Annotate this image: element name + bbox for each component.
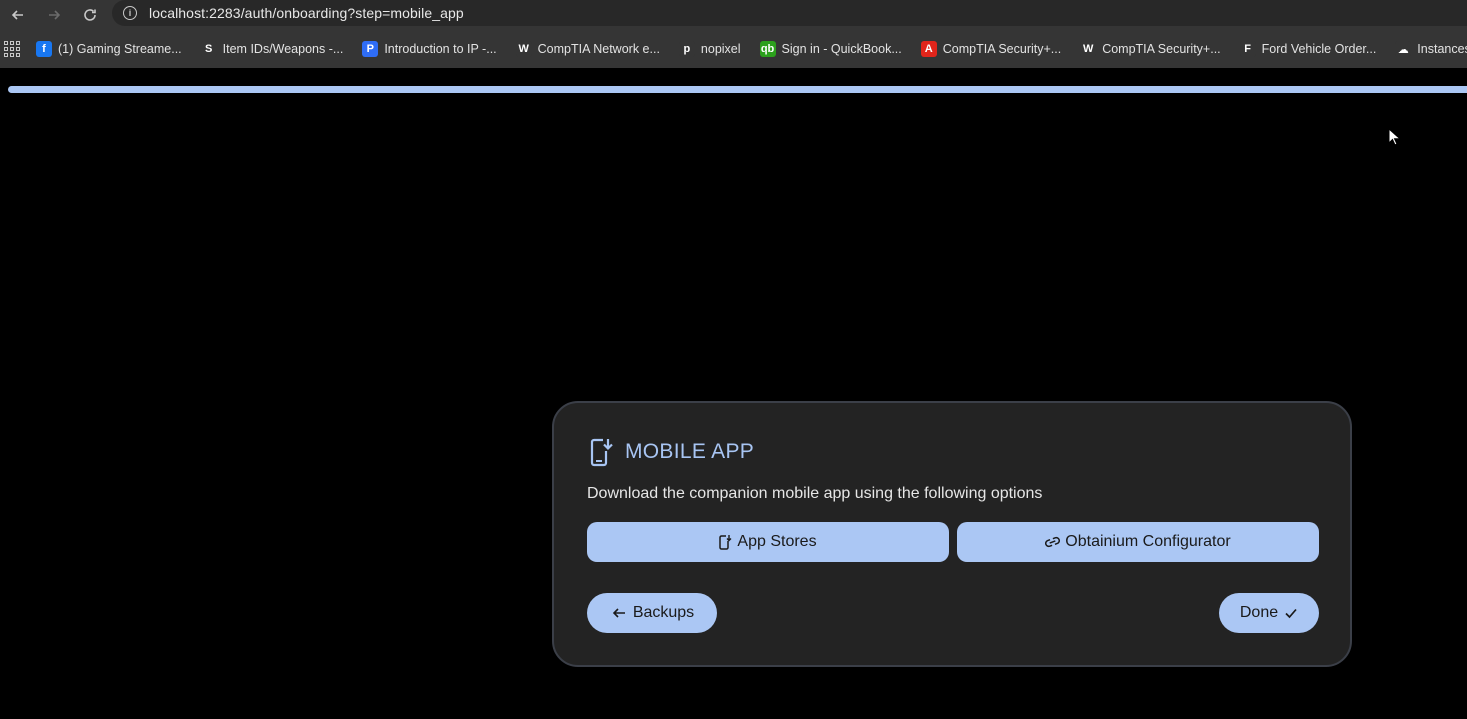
bookmark-label: Introduction to IP -...	[384, 42, 497, 56]
adobe-icon: A	[920, 41, 937, 57]
cloud-icon: ☁	[1395, 41, 1412, 57]
bookmark-label: (1) Gaming Streame...	[58, 42, 182, 56]
quickbooks-icon: qb	[759, 41, 776, 57]
wordpress-icon: W	[515, 41, 532, 57]
bookmarks-bar: f (1) Gaming Streame... S Item IDs/Weapons …	[0, 30, 1467, 68]
bookmark-label: CompTIA Security+...	[1102, 42, 1221, 56]
bookmark-item[interactable]: A CompTIA Security+...	[920, 41, 1062, 57]
bookmark-item[interactable]: ☁ Instances | Oracl	[1395, 41, 1467, 57]
reload-icon	[84, 9, 96, 21]
app-stores-button[interactable]: App Stores	[587, 522, 949, 562]
onboarding-progress-bar	[8, 86, 1467, 93]
card-description: Download the companion mobile app using …	[587, 485, 1043, 502]
bookmark-label: Sign in - QuickBook...	[781, 42, 902, 56]
facebook-icon: f	[36, 41, 52, 57]
url-text: localhost:2283/auth/onboarding?step=mobi…	[149, 5, 464, 21]
link-icon	[1045, 536, 1061, 548]
mouse-cursor-icon	[1388, 128, 1400, 146]
done-label: Done	[1239, 604, 1279, 621]
bookmark-item[interactable]: P Introduction to IP -...	[362, 41, 497, 57]
cellphone-arrow-down-icon	[590, 437, 614, 467]
reload-button[interactable]	[72, 0, 108, 30]
backups-back-button[interactable]: Backups	[587, 593, 717, 633]
pearson-icon: P	[362, 41, 379, 57]
done-button[interactable]: Done	[1219, 593, 1319, 633]
forward-button[interactable]	[36, 0, 72, 30]
apps-grid-icon[interactable]	[4, 36, 20, 62]
wordpress-icon: W	[1080, 41, 1097, 57]
bookmark-item[interactable]: qb Sign in - QuickBook...	[759, 41, 902, 57]
card-title: MOBILE APP	[625, 440, 755, 463]
backups-label: Backups	[632, 604, 695, 621]
card-header: MOBILE APP	[590, 437, 754, 467]
bookmark-label: nopixel	[700, 42, 741, 56]
site-info-icon[interactable]: i	[123, 6, 137, 20]
ford-icon: F	[1239, 41, 1256, 57]
onboarding-card: MOBILE APP Download the companion mobile…	[552, 401, 1352, 667]
arrow-left-icon	[612, 608, 625, 618]
browser-toolbar: i localhost:2283/auth/onboarding?step=mo…	[0, 0, 1467, 30]
bookmark-list: f (1) Gaming Streame... S Item IDs/Weapons …	[36, 41, 1467, 57]
bookmark-item[interactable]: p nopixel	[678, 41, 741, 57]
bookmark-label: Item IDs/Weapons -...	[222, 42, 344, 56]
obtainium-configurator-button[interactable]: Obtainium Configurator	[957, 522, 1319, 562]
app-stores-label: App Stores	[737, 533, 817, 550]
nopixel-icon: p	[678, 41, 695, 57]
bookmark-label: Instances | Oracl	[1417, 42, 1467, 56]
s-logo-icon: S	[200, 41, 217, 57]
bookmark-item[interactable]: f (1) Gaming Streame...	[36, 41, 182, 57]
bookmark-item[interactable]: W CompTIA Security+...	[1080, 41, 1221, 57]
address-bar[interactable]: i localhost:2283/auth/onboarding?step=mo…	[112, 0, 1467, 26]
bookmark-label: CompTIA Network e...	[537, 42, 660, 56]
arrow-left-icon	[11, 10, 23, 20]
arrow-right-icon	[49, 10, 61, 20]
back-button[interactable]	[0, 0, 36, 30]
obtainium-label: Obtainium Configurator	[1065, 533, 1231, 550]
bookmark-label: Ford Vehicle Order...	[1261, 42, 1377, 56]
cellphone-download-icon	[719, 534, 733, 550]
bookmark-item[interactable]: F Ford Vehicle Order...	[1239, 41, 1377, 57]
bookmark-item[interactable]: S Item IDs/Weapons -...	[200, 41, 344, 57]
bookmark-label: CompTIA Security+...	[942, 42, 1062, 56]
check-icon	[1285, 608, 1297, 619]
bookmark-item[interactable]: W CompTIA Network e...	[515, 41, 660, 57]
